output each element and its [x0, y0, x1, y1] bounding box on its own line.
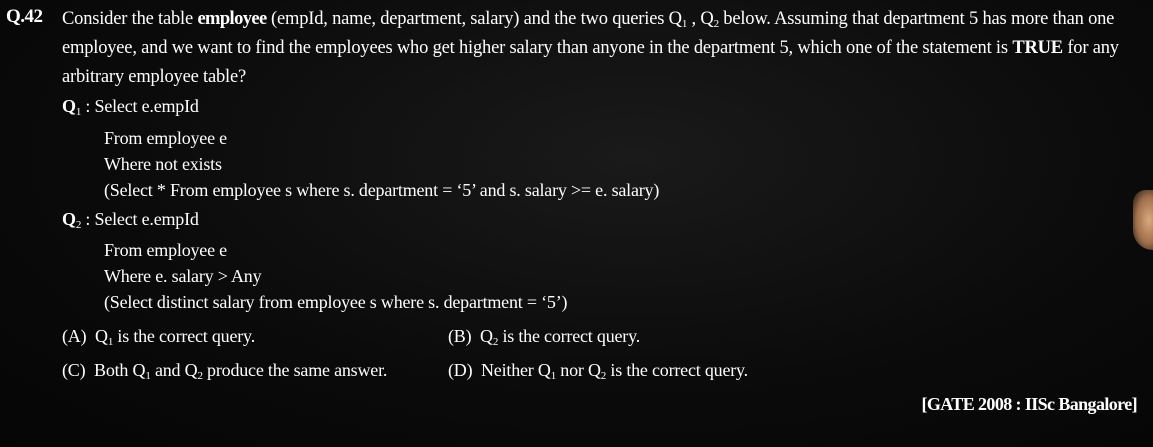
q1-header: Q1 : Select e.empId	[62, 96, 199, 118]
option-a-text-1: Q	[95, 326, 108, 346]
question-slide: Q.42 Consider the table employee (empId,…	[0, 0, 1153, 447]
q2-colon: :	[81, 209, 95, 229]
option-d-label: (D)	[448, 360, 473, 380]
option-b-text-2: is the correct query.	[498, 326, 641, 346]
q2-header: Q2 : Select e.empId	[62, 209, 199, 231]
option-c-text-3: produce the same answer.	[202, 360, 388, 380]
q1-line-4: (Select * From employee s where s. depar…	[104, 180, 660, 200]
q1-line-1: Select e.empId	[94, 96, 199, 116]
option-d[interactable]: (D) Neither Q1 nor Q2 is the correct que…	[448, 360, 748, 382]
option-c-text-1: Both Q	[94, 360, 146, 380]
stem-text-2: (empId, name, department, salary) and th…	[266, 9, 682, 29]
option-b-text-1: Q	[480, 326, 493, 346]
option-c[interactable]: (C) Both Q1 and Q2 produce the same answ…	[62, 360, 388, 382]
option-d-text-1: Neither Q	[481, 360, 551, 380]
option-b-label: (B)	[448, 326, 472, 346]
table-name: employee	[197, 9, 267, 29]
question-stem: Consider the table employee (empId, name…	[62, 5, 1142, 92]
question-number: Q.42	[6, 6, 43, 27]
stem-text-1: Consider the table	[62, 9, 198, 29]
source-reference: [GATE 2008 : IISc Bangalore]	[921, 394, 1137, 414]
option-b[interactable]: (B) Q2 is the correct query.	[448, 326, 641, 348]
q2-line-4: (Select distinct salary from employee s …	[104, 292, 568, 312]
q1-line-3: Where not exists	[104, 154, 222, 174]
q2-line-3: Where e. salary > Any	[104, 266, 262, 286]
q2-label: Q	[62, 209, 76, 229]
q1-label: Q	[62, 96, 76, 116]
option-a-text-2: is the correct query.	[113, 326, 255, 346]
option-c-text-2: and Q	[150, 360, 198, 380]
q2-line-1: Select e.empId	[94, 209, 199, 229]
q1-colon: :	[81, 96, 95, 116]
option-a-label: (A)	[62, 326, 87, 346]
option-a[interactable]: (A) Q1 is the correct query.	[62, 326, 255, 348]
q1-line-2: From employee e	[104, 128, 227, 148]
option-d-text-3: is the correct query.	[606, 360, 748, 380]
option-d-text-2: nor Q	[556, 360, 601, 380]
true-word: TRUE	[1012, 38, 1063, 58]
option-c-label: (C)	[62, 360, 86, 380]
q2-line-2: From employee e	[104, 240, 227, 260]
presenter-hand-edge	[1133, 190, 1153, 250]
stem-text-3: , Q	[687, 9, 714, 29]
